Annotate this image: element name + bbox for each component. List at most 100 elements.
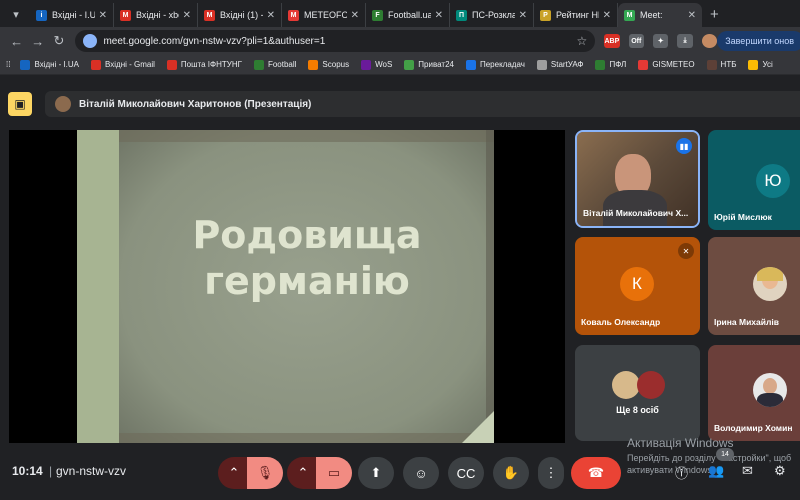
mic-muted-icon: ✕: [678, 243, 694, 259]
bookmark-favicon-icon: [706, 59, 717, 70]
tab-close-icon[interactable]: ✕: [99, 10, 107, 21]
tab-close-icon[interactable]: ✕: [603, 10, 611, 21]
participant-tile-volodymyr[interactable]: Володимир Хомин: [708, 345, 800, 441]
mic-off-button[interactable]: 🎙︎: [247, 457, 283, 489]
bookmark-label: Вхідні - I.UA: [34, 60, 80, 69]
tab-favicon-icon: Р: [540, 9, 551, 21]
profile-avatar[interactable]: [701, 34, 718, 48]
bookmark-item[interactable]: Пошта ІФНТУНГ: [166, 59, 242, 70]
bookmark-item[interactable]: Football: [253, 59, 297, 70]
bookmark-item[interactable]: Вхідні - Gmail: [91, 59, 155, 70]
browser-tab[interactable]: M METEOFOR ✕: [282, 3, 366, 27]
presentation-icon[interactable]: ▣: [8, 92, 32, 116]
chat-icon[interactable]: ✉: [742, 463, 753, 479]
meeting-info-icon[interactable]: ⓘ: [675, 463, 688, 482]
bookmark-favicon-icon: [166, 59, 177, 70]
browser-tab[interactable]: Р Рейтинг НП ✕: [534, 3, 618, 27]
audio-options-chevron-icon[interactable]: ⌃: [218, 457, 250, 489]
participant-photo: [753, 373, 787, 407]
captions-button[interactable]: CC: [448, 457, 484, 489]
adblock-extension-icon[interactable]: ABP: [604, 34, 620, 48]
bookmark-item[interactable]: ПФЛ: [595, 59, 627, 70]
puzzle-extensions-icon[interactable]: ✦: [652, 34, 669, 48]
browser-tab[interactable]: F Football.ua ✕: [366, 3, 450, 27]
bookmark-item[interactable]: Перекладач: [465, 59, 525, 70]
bookmark-item[interactable]: Вхідні - I.UA: [20, 59, 80, 70]
participant-tile-koval[interactable]: К ✕ Коваль Олександр: [575, 237, 700, 335]
bookmark-label: Scopus: [322, 60, 350, 69]
tab-close-icon[interactable]: ✕: [519, 10, 527, 21]
emoji-reactions-button[interactable]: ☺: [403, 457, 439, 489]
bookmark-item[interactable]: НТБ: [706, 59, 736, 70]
people-icon[interactable]: 👥: [708, 463, 724, 479]
bookmark-label: GISMETEO: [652, 60, 695, 69]
tab-search-icon[interactable]: ▾: [6, 4, 26, 24]
slide-title-line-1: Родовища: [192, 213, 422, 257]
bookmark-item[interactable]: Scopus: [308, 59, 350, 70]
bookmark-favicon-icon: [253, 59, 264, 70]
tab-favicon-icon: M: [624, 9, 635, 21]
extension-icon[interactable]: Off: [628, 34, 644, 48]
omnibox[interactable]: meet.google.com/gvn-nstw-vzv?pli=1&authu…: [75, 30, 596, 52]
browser-tab[interactable]: M Meet: ✕: [618, 3, 702, 27]
back-icon[interactable]: ←: [6, 34, 27, 49]
presenter-title: Віталій Миколайович Харитонов (Презентац…: [79, 98, 312, 110]
slide-page-curl: [462, 411, 494, 443]
reload-icon[interactable]: ↻: [48, 33, 69, 49]
url-text[interactable]: meet.google.com/gvn-nstw-vzv?pli=1&authu…: [103, 36, 576, 47]
tab-favicon-icon: F: [372, 9, 383, 21]
forward-icon[interactable]: →: [27, 34, 48, 49]
tab-close-icon[interactable]: ✕: [183, 10, 191, 21]
site-info-icon[interactable]: [83, 34, 98, 48]
slide-edge-top: [119, 130, 494, 142]
participant-name: Юрій Мислюк: [714, 212, 772, 222]
browser-tab[interactable]: M Вхідні - xbo ✕: [114, 3, 198, 27]
tab-close-icon[interactable]: ✕: [435, 10, 443, 21]
bookmark-item[interactable]: GISMETEO: [638, 59, 695, 70]
tab-title: Вхідні - I.UA: [52, 10, 95, 20]
tab-close-icon[interactable]: ✕: [351, 10, 359, 21]
leave-call-button[interactable]: ☎: [571, 457, 621, 489]
finish-update-button[interactable]: Завершити онов: [717, 31, 800, 51]
bookmark-item[interactable]: Усі: [748, 59, 773, 70]
present-screen-button[interactable]: ⬆: [358, 457, 394, 489]
download-icon[interactable]: ⤓: [677, 34, 693, 48]
browser-tab[interactable]: i Вхідні - I.UA ✕: [30, 3, 114, 27]
tab-title: Football.ua: [388, 10, 431, 20]
browser-tab[interactable]: П ПС-Розкла ✕: [450, 3, 534, 27]
tab-title: Вхідні - xbo: [136, 10, 179, 20]
bookmark-item[interactable]: Приват24: [404, 59, 454, 70]
participant-tile-iryna[interactable]: Ірина Михайлів: [708, 237, 800, 335]
video-options-chevron-icon[interactable]: ⌃: [287, 457, 319, 489]
more-options-button[interactable]: ⋮: [538, 457, 564, 489]
bookmark-label: Football: [267, 60, 297, 69]
activities-icon[interactable]: ⚙: [774, 463, 786, 479]
raise-hand-button[interactable]: ✋: [493, 457, 529, 489]
bookmark-star-icon[interactable]: ☆: [576, 34, 587, 48]
participant-tile-more[interactable]: Ще 8 осіб: [575, 345, 700, 441]
tab-close-icon[interactable]: ✕: [267, 10, 275, 21]
slide-edge-bottom: [119, 433, 494, 443]
browser-tab[interactable]: M Вхідні (1) - ✕: [198, 3, 282, 27]
tab-close-icon[interactable]: ✕: [688, 10, 696, 21]
slide-title-line-2: германію: [204, 259, 410, 303]
bookmark-label: ПФЛ: [609, 60, 627, 69]
tab-favicon-icon: M: [204, 9, 215, 21]
bookmark-label: Приват24: [418, 60, 454, 69]
participant-name: Володимир Хомин: [714, 423, 793, 433]
participant-tile-presenter[interactable]: ▮▮ Віталій Миколайович Х...: [575, 130, 700, 228]
participant-tile-yuriy[interactable]: Ю Юрій Мислюк: [708, 130, 800, 230]
bookmark-item[interactable]: WoS: [361, 59, 392, 70]
bookmark-favicon-icon: [465, 59, 476, 70]
bookmark-label: Усі: [762, 60, 773, 69]
tab-title: ПС-Розкла: [472, 10, 515, 20]
camera-off-button[interactable]: ▭: [316, 457, 352, 489]
participant-name: Коваль Олександр: [581, 317, 661, 327]
bookmark-label: Вхідні - Gmail: [105, 60, 155, 69]
new-tab-icon[interactable]: +: [710, 6, 719, 23]
address-bar-row: ← → ↻ meet.google.com/gvn-nstw-vzv?pli=1…: [0, 27, 800, 55]
participant-avatar-letter: К: [620, 267, 654, 301]
bookmark-item[interactable]: StartУАФ: [536, 59, 583, 70]
apps-icon[interactable]: ⁞⁞: [6, 60, 10, 69]
bookmark-favicon-icon: [308, 59, 319, 70]
